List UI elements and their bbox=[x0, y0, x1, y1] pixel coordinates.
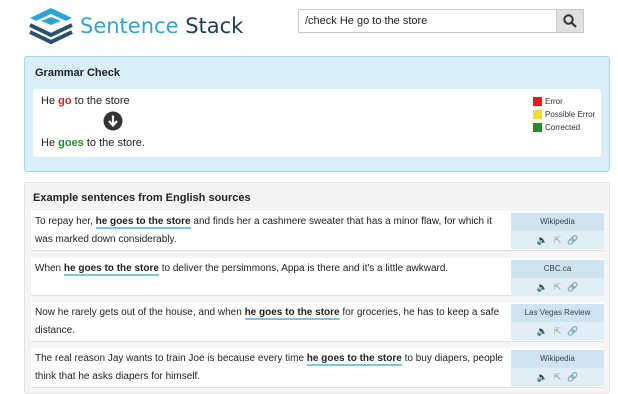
grammar-check-box: He go to the store He goes to the store.… bbox=[33, 89, 601, 157]
example-highlight[interactable]: he goes to the store bbox=[95, 216, 191, 229]
header: Sentence Stack bbox=[0, 0, 618, 50]
legend-label: Error bbox=[545, 97, 563, 106]
brand-word-2: Stack bbox=[185, 14, 244, 38]
example-highlight[interactable]: he goes to the store bbox=[63, 263, 159, 276]
example-before: To repay her, bbox=[35, 216, 96, 227]
source-box: CBC.ca 🔈 ⇱ 🔗 bbox=[511, 260, 604, 296]
legend-swatch-corrected bbox=[533, 123, 542, 132]
source-box: Wikipedia 🔈 ⇱ 🔗 bbox=[511, 350, 604, 386]
example-before: The real reason Jay wants to train Joe i… bbox=[35, 353, 307, 364]
expand-icon[interactable]: ⇱ bbox=[554, 235, 562, 246]
link-icon[interactable]: 🔗 bbox=[567, 282, 578, 293]
logo-icon[interactable] bbox=[28, 6, 74, 48]
source-actions: 🔈 ⇱ 🔗 bbox=[511, 278, 604, 296]
grammar-check-panel: Grammar Check He go to the store He goes… bbox=[24, 56, 610, 172]
example-text: To repay her, he goes to the store and f… bbox=[35, 213, 509, 249]
search-icon bbox=[563, 14, 577, 28]
corrected-sentence: He goes to the store. bbox=[41, 137, 145, 149]
speaker-icon[interactable]: 🔈 bbox=[537, 282, 548, 293]
example-row: When he goes to the store to deliver the… bbox=[31, 258, 604, 296]
legend-item-corrected: Corrected bbox=[533, 121, 595, 134]
source-name[interactable]: Wikipedia bbox=[511, 213, 604, 231]
grammar-check-title: Grammar Check bbox=[35, 67, 120, 79]
expand-icon[interactable]: ⇱ bbox=[554, 372, 562, 383]
brand-word-1: Sentence bbox=[80, 14, 179, 38]
example-text: Now he rarely gets out of the house, and… bbox=[35, 304, 509, 340]
link-icon[interactable]: 🔗 bbox=[567, 235, 578, 246]
example-after: to deliver the persimmons, Appa is there… bbox=[158, 263, 449, 274]
brand-name[interactable]: Sentence Stack bbox=[80, 14, 243, 38]
speaker-icon[interactable]: 🔈 bbox=[537, 372, 548, 383]
legend-item-possible-error: Possible Error bbox=[533, 108, 595, 121]
search-button[interactable] bbox=[556, 9, 584, 33]
source-box: Las Vegas Review 🔈 ⇱ 🔗 bbox=[511, 304, 604, 340]
orig-after: to the store bbox=[71, 95, 130, 107]
example-highlight[interactable]: he goes to the store bbox=[306, 353, 402, 366]
link-icon[interactable]: 🔗 bbox=[567, 372, 578, 383]
legend-label: Corrected bbox=[545, 123, 581, 132]
example-highlight[interactable]: he goes to the store bbox=[244, 307, 340, 320]
example-text: The real reason Jay wants to train Joe i… bbox=[35, 350, 509, 386]
source-name[interactable]: Las Vegas Review bbox=[511, 304, 604, 322]
examples-title: Example sentences from English sources bbox=[33, 192, 251, 204]
corr-before: He bbox=[41, 137, 59, 149]
example-row: To repay her, he goes to the store and f… bbox=[31, 211, 604, 251]
arrow-down-icon bbox=[103, 111, 123, 131]
search-input[interactable] bbox=[298, 9, 556, 33]
original-sentence: He go to the store bbox=[41, 95, 130, 107]
example-row: The real reason Jay wants to train Joe i… bbox=[31, 348, 604, 388]
speaker-icon[interactable]: 🔈 bbox=[537, 326, 548, 337]
source-actions: 🔈 ⇱ 🔗 bbox=[511, 368, 604, 386]
expand-icon[interactable]: ⇱ bbox=[554, 326, 562, 337]
corrected-word: goes bbox=[58, 137, 84, 149]
legend-swatch-possible-error bbox=[533, 110, 542, 119]
orig-before: He bbox=[41, 95, 59, 107]
source-box: Wikipedia 🔈 ⇱ 🔗 bbox=[511, 213, 604, 249]
legend-label: Possible Error bbox=[545, 110, 596, 119]
source-actions: 🔈 ⇱ 🔗 bbox=[511, 322, 604, 340]
source-name[interactable]: CBC.ca bbox=[511, 260, 604, 278]
source-name[interactable]: Wikipedia bbox=[511, 350, 604, 368]
speaker-icon[interactable]: 🔈 bbox=[537, 235, 548, 246]
legend-swatch-error bbox=[533, 97, 542, 106]
corr-after: to the store. bbox=[83, 137, 145, 149]
example-row: Now he rarely gets out of the house, and… bbox=[31, 302, 604, 342]
expand-icon[interactable]: ⇱ bbox=[554, 282, 562, 293]
link-icon[interactable]: 🔗 bbox=[567, 326, 578, 337]
legend-item-error: Error bbox=[533, 95, 595, 108]
error-word: go bbox=[58, 95, 72, 107]
examples-panel: Example sentences from English sources T… bbox=[24, 182, 610, 394]
search-bar bbox=[298, 9, 584, 33]
example-text: When he goes to the store to deliver the… bbox=[35, 260, 509, 278]
example-before: Now he rarely gets out of the house, and… bbox=[35, 307, 245, 318]
source-actions: 🔈 ⇱ 🔗 bbox=[511, 231, 604, 249]
legend: Error Possible Error Corrected bbox=[533, 95, 595, 134]
example-before: When bbox=[35, 263, 64, 274]
